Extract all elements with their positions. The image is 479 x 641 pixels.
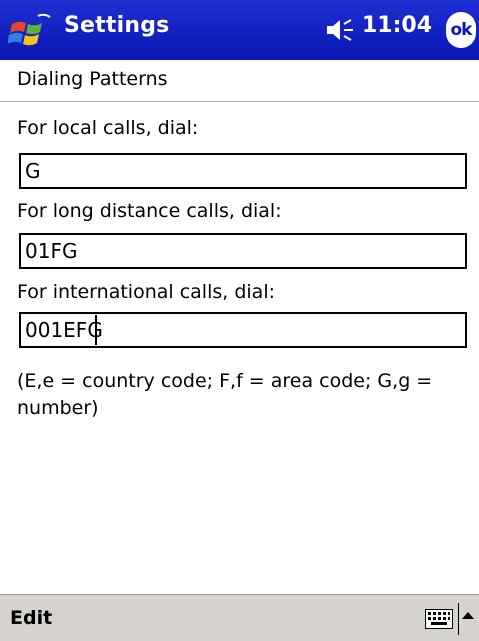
keyboard-icon[interactable] — [425, 609, 453, 629]
sip-divider — [458, 603, 459, 635]
header-divider — [0, 101, 479, 102]
local-calls-label: For local calls, dial: — [17, 117, 199, 139]
text-caret — [95, 315, 97, 345]
international-calls-label: For international calls, dial: — [17, 281, 275, 303]
clock[interactable]: 11:04 — [362, 13, 432, 38]
long-distance-calls-label: For long distance calls, dial: — [17, 200, 282, 222]
edit-menu[interactable]: Edit — [10, 607, 52, 629]
chevron-up-icon[interactable] — [462, 612, 474, 619]
page-title: Dialing Patterns — [17, 68, 168, 90]
app-title: Settings — [64, 13, 170, 38]
long-distance-calls-field[interactable] — [19, 233, 467, 269]
international-calls-field[interactable] — [19, 312, 467, 348]
speaker-icon[interactable] — [325, 18, 355, 42]
local-calls-field[interactable] — [19, 153, 467, 189]
windows-flag-icon[interactable] — [8, 10, 52, 50]
help-text: (E,e = country code; F,f = area code; G,… — [17, 370, 433, 419]
menu-bar: Edit — [0, 594, 479, 641]
ok-button[interactable]: ok — [446, 12, 476, 48]
title-bar: Settings 11:04 ok — [0, 0, 479, 60]
